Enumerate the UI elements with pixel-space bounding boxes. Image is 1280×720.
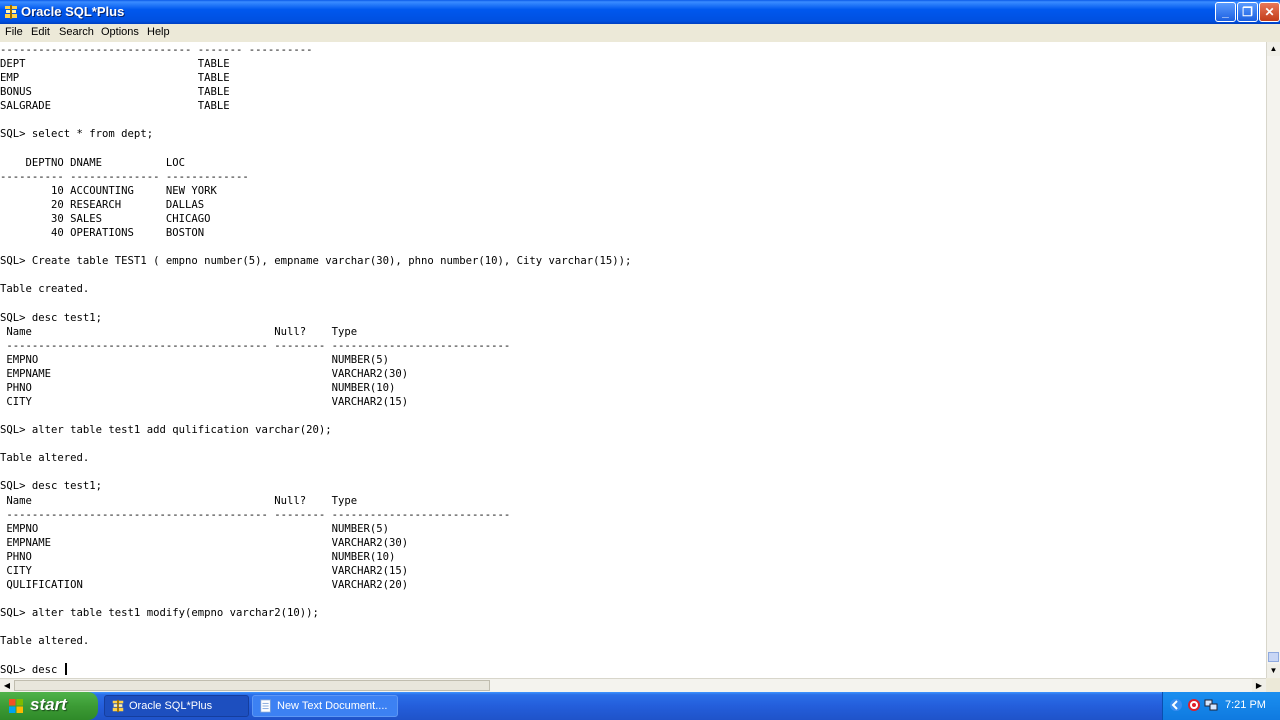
network-icon[interactable] — [1204, 698, 1218, 712]
console-line: SQL> Create table TEST1 ( empno number(5… — [0, 255, 632, 268]
console-line: 10 ACCOUNTING NEW YORK — [0, 184, 217, 197]
vertical-scroll-thumb[interactable] — [1268, 652, 1279, 662]
console-line: Name Null? Type — [0, 494, 358, 507]
window-title: Oracle SQL*Plus — [21, 4, 125, 19]
menu-options[interactable]: Options — [101, 26, 139, 38]
menu-file[interactable]: File — [5, 26, 23, 38]
console-line: EMPNO NUMBER(5) — [0, 353, 390, 366]
console-line: 30 SALES CHICAGO — [0, 212, 211, 225]
console-line: QULIFICATION VARCHAR2(20) — [0, 579, 409, 592]
console-line: 20 RESEARCH DALLAS — [0, 198, 205, 211]
console-line: SQL> desc test1; — [0, 311, 103, 324]
title-bar[interactable]: Oracle SQL*Plus _ ❐ ✕ — [0, 0, 1280, 24]
console-line: EMPNAME VARCHAR2(30) — [0, 536, 409, 549]
taskbar-item-notepad[interactable]: New Text Document.... — [252, 695, 398, 717]
notepad-icon — [260, 699, 271, 713]
console-line: CITY VARCHAR2(15) — [0, 564, 409, 577]
maximize-button[interactable]: ❐ — [1237, 2, 1258, 22]
scroll-down-button[interactable]: ▼ — [1267, 664, 1280, 678]
antivirus-icon[interactable] — [1187, 698, 1201, 712]
console-line: DEPTNO DNAME LOC — [0, 156, 185, 169]
taskbar-item-label: New Text Document.... — [277, 700, 388, 712]
console-line: ----------------------------------------… — [0, 508, 511, 521]
close-button[interactable]: ✕ — [1259, 2, 1280, 22]
console-line: EMPNAME VARCHAR2(30) — [0, 367, 409, 380]
horizontal-scroll-thumb[interactable] — [14, 680, 490, 691]
console-line: ---------- -------------- ------------- — [0, 170, 249, 183]
console-line: Table altered. — [0, 635, 90, 648]
console-line: 40 OPERATIONS BOSTON — [0, 227, 205, 240]
console-line: DEPT TABLE — [0, 58, 230, 71]
console-output[interactable]: ------------------------------ ------- -… — [0, 42, 1266, 678]
console-line: SQL> select * from dept; — [0, 128, 154, 141]
console-line: SQL> alter table test1 modify(empno varc… — [0, 607, 319, 620]
scroll-up-button[interactable]: ▲ — [1267, 42, 1280, 56]
console-line: SQL> alter table test1 add qulification … — [0, 424, 332, 437]
sqlplus-icon — [112, 699, 124, 713]
console-line: EMP TABLE — [0, 72, 230, 85]
scrollbar-corner — [1266, 678, 1280, 692]
console-line: ----------------------------------------… — [0, 339, 511, 352]
console-line: Table created. — [0, 283, 90, 296]
windows-flag-icon — [9, 699, 23, 713]
console-line: ------------------------------ ------- -… — [0, 44, 313, 56]
scroll-right-button[interactable]: ▶ — [1252, 679, 1266, 692]
menu-help[interactable]: Help — [147, 26, 170, 38]
console-line: PHNO NUMBER(10) — [0, 381, 396, 394]
tray-arrow-icon[interactable] — [1169, 698, 1183, 712]
vertical-scrollbar[interactable]: ▲ ▼ — [1266, 42, 1280, 678]
menu-edit[interactable]: Edit — [31, 26, 50, 38]
console-line: SALGRADE TABLE — [0, 100, 230, 113]
scroll-left-button[interactable]: ◀ — [0, 679, 14, 692]
menu-bar: File Edit Search Options Help — [0, 24, 1280, 42]
taskbar-item-label: Oracle SQL*Plus — [129, 700, 213, 712]
console-line: BONUS TABLE — [0, 86, 230, 99]
system-tray: 7:21 PM — [1162, 692, 1280, 720]
text-cursor — [64, 662, 67, 675]
console-line: PHNO NUMBER(10) — [0, 550, 396, 563]
console-line: SQL> desc — [0, 662, 67, 677]
console-line: SQL> desc test1; — [0, 480, 103, 493]
console-line: EMPNO NUMBER(5) — [0, 522, 390, 535]
start-button[interactable]: start — [0, 692, 98, 720]
console-line: CITY VARCHAR2(15) — [0, 396, 409, 408]
taskbar: start Oracle SQL*Plus New Text Document.… — [0, 692, 1280, 720]
console-line: Name Null? Type — [0, 325, 358, 338]
clock: 7:21 PM — [1225, 699, 1266, 711]
horizontal-scrollbar[interactable]: ◀ ▶ — [0, 678, 1266, 692]
sqlplus-icon — [5, 5, 17, 19]
console-line: Table altered. — [0, 452, 90, 465]
taskbar-item-sqlplus[interactable]: Oracle SQL*Plus — [104, 695, 249, 717]
menu-search[interactable]: Search — [59, 26, 94, 38]
minimize-button[interactable]: _ — [1215, 2, 1236, 22]
start-label: start — [30, 695, 67, 714]
